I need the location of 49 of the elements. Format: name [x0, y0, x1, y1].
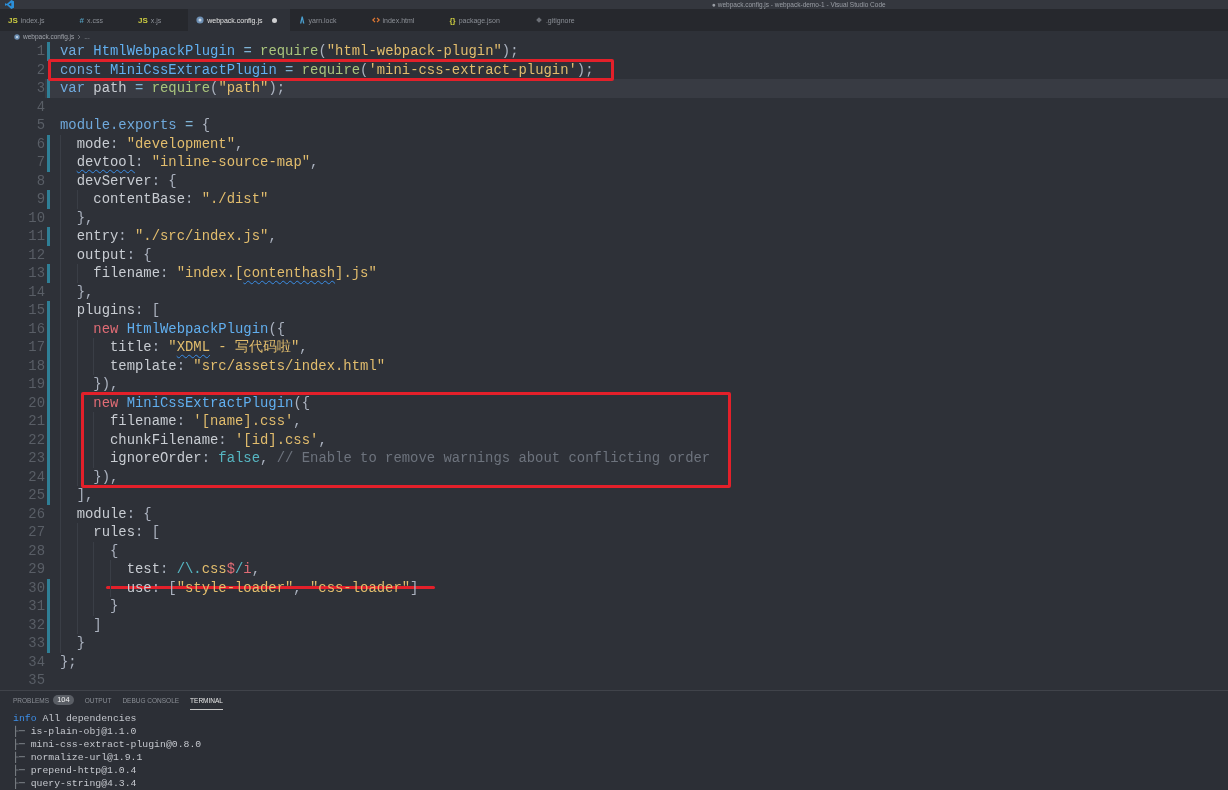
terminal-line: ├─ mini-css-extract-plugin@0.8.0 — [13, 738, 202, 751]
code-line: }), — [93, 467, 119, 486]
terminal-line: ├─ normalize-url@1.9.1 — [13, 751, 143, 764]
code-line: new MiniCssExtractPlugin({ — [93, 393, 311, 412]
file-type-icon: {} — [449, 15, 456, 25]
code-line: filename: '[name].css', — [109, 412, 302, 431]
code-line: module: { — [76, 504, 152, 523]
code-line: }, — [76, 208, 94, 227]
terminal-line: ├─ is-plain-obj@1.1.0 — [13, 725, 137, 738]
diamond-icon — [534, 16, 543, 24]
code-line: devtool: "inline-source-map", — [76, 153, 319, 172]
code-line: } — [76, 634, 85, 653]
code-line: entry: "./src/index.js", — [76, 227, 277, 246]
code-line: const MiniCssExtractPlugin = require('mini-css-extract-plugin'); — [60, 60, 594, 79]
code-line: test: /\.css$/i, — [126, 560, 261, 579]
code-line: var HtmlWebpackPlugin = require("html-webpack-plugin"); — [60, 42, 519, 61]
lambda-icon — [297, 16, 306, 24]
logo-icon — [5, 0, 14, 9]
code-line: var path = require("path"); — [60, 79, 286, 98]
terminal-line: info All dependencies — [13, 712, 137, 725]
circle-icon — [196, 16, 205, 24]
code-line: } — [109, 597, 119, 616]
code-line: }, — [76, 282, 94, 301]
code-line: devServer: { — [76, 171, 177, 190]
code-line: module.exports = { — [60, 116, 211, 135]
code-line: filename: "index.[contenthash].js" — [93, 264, 377, 283]
code-line: new HtmlWebpackPlugin({ — [93, 319, 286, 338]
circle-icon — [14, 33, 20, 40]
code-line: title: "XDML - 写代码啦", — [109, 338, 308, 357]
terminal-line: ├─ query-string@4.3.4 — [13, 777, 137, 790]
chevron-right-icon — [77, 33, 82, 40]
code-line: template: "src/assets/index.html" — [109, 356, 386, 375]
code-line: ignoreOrder: false, // Enable to remove warnings about conflicting order — [109, 449, 711, 468]
file-type-icon: JS — [137, 15, 148, 25]
angle-brackets-icon — [371, 16, 380, 24]
code-line: chunkFilename: '[id].css', — [109, 430, 327, 449]
code-line: contentBase: "./dist" — [93, 190, 269, 209]
terminal-line: ├─ prepend-http@1.0.4 — [13, 764, 137, 777]
code-line: }; — [60, 652, 77, 671]
code-line: }), — [93, 375, 119, 394]
code-line: mode: "development", — [76, 134, 244, 153]
code-line: plugins: [ — [76, 301, 161, 320]
file-type-icon: # — [79, 15, 84, 25]
code-line: ] — [93, 615, 102, 634]
code-line: output: { — [76, 245, 152, 264]
code-line: ], — [76, 486, 94, 505]
file-type-icon: JS — [8, 15, 18, 25]
code-line: rules: [ — [93, 523, 160, 542]
code-line: { — [109, 541, 119, 560]
